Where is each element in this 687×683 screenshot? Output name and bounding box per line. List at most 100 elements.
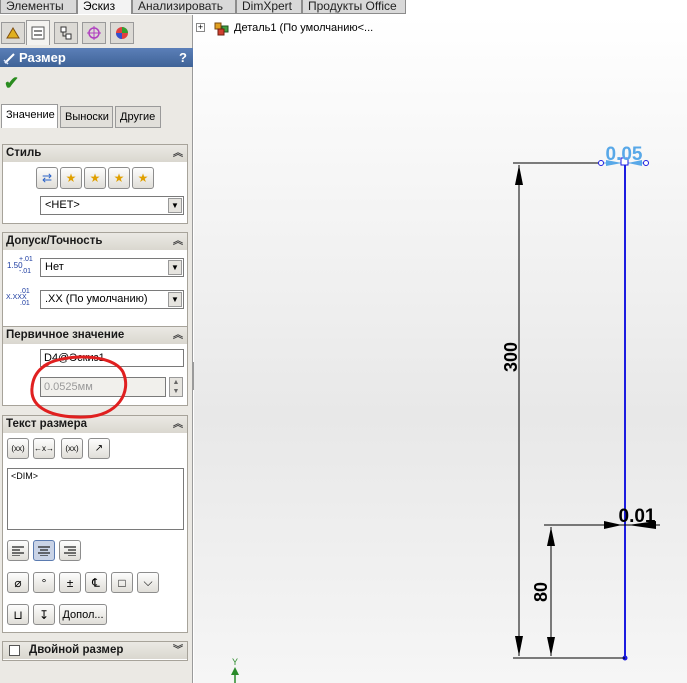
dual-dimension-checkbox[interactable]: [9, 645, 20, 656]
offset-text-button[interactable]: ↗: [88, 438, 110, 459]
chevron-down-icon: ⌵: [143, 575, 153, 589]
collapse-icon[interactable]: ︽: [173, 233, 183, 250]
handle-marker-right[interactable]: [643, 160, 649, 166]
dropdown-arrow-icon[interactable]: ▼: [168, 260, 182, 275]
dropdown-arrow-icon[interactable]: ▼: [168, 198, 182, 213]
depth-icon: ↧: [38, 607, 50, 622]
style-group: Стиль ︽ ⇄ ★ ★ ★ ★ <НЕТ> ▼: [2, 144, 188, 224]
dimension-value-field[interactable]: 0.0525мм: [40, 377, 166, 397]
style-select[interactable]: <НЕТ> ▼: [40, 196, 184, 215]
tab-leaders[interactable]: Выноски: [60, 106, 113, 128]
tolerance-type-select[interactable]: Нет ▼: [40, 258, 184, 277]
counterbore-icon: ⊔: [13, 607, 23, 622]
dual-dimension-header[interactable]: Двойной размер ︾: [3, 642, 187, 659]
dimxpert-manager-tab[interactable]: [82, 22, 106, 44]
diameter-symbol-button[interactable]: ⌀: [7, 572, 29, 593]
dimension-text-80[interactable]: 80: [531, 582, 551, 602]
dropdown-arrow-icon[interactable]: ▼: [168, 292, 182, 307]
tab-office-products[interactable]: Продукты Office: [302, 0, 406, 14]
dimension-text-value: <DIM>: [11, 471, 39, 481]
counterbore-symbol-button[interactable]: ⊔: [7, 604, 29, 625]
depth-symbol-button[interactable]: ↧: [33, 604, 55, 625]
dimension-text-group-header[interactable]: Текст размера ︽: [3, 416, 187, 433]
plus-minus-symbol-button[interactable]: ±: [59, 572, 81, 593]
primary-value-group-title: Первичное значение: [6, 329, 125, 341]
y-axis-label: Y: [232, 657, 238, 667]
add-style-button[interactable]: ★: [60, 167, 82, 189]
configuration-icon: [60, 26, 72, 40]
centerline-icon: ℄: [92, 575, 100, 590]
more-button[interactable]: Допол...: [59, 604, 107, 625]
collapse-icon[interactable]: ︽: [173, 327, 183, 344]
star-delete-icon: ★: [89, 171, 101, 185]
property-icon: [31, 26, 45, 40]
feature-tree-icon: [6, 27, 20, 39]
center-dimension-button[interactable]: ←x→: [33, 438, 55, 459]
apply-style-button[interactable]: ⇄: [36, 167, 58, 189]
apply-style-icon: ⇄: [41, 171, 53, 185]
parentheses-icon: (xx): [11, 444, 25, 453]
expand-plus-icon[interactable]: +: [196, 23, 205, 32]
dimension-text-area[interactable]: <DIM>: [7, 468, 184, 530]
plus-minus-icon: ±: [66, 575, 74, 590]
load-style-button[interactable]: ★: [132, 167, 154, 189]
save-style-button[interactable]: ★: [108, 167, 130, 189]
align-center-button[interactable]: [33, 540, 55, 561]
help-icon[interactable]: ?: [179, 48, 187, 67]
dimension-icon: [3, 51, 17, 70]
more-symbols-button[interactable]: ⌵: [137, 572, 159, 593]
align-right-button[interactable]: [59, 540, 81, 561]
parentheses-button[interactable]: (xx): [7, 438, 29, 459]
align-left-button[interactable]: [7, 540, 29, 561]
sketch-canvas[interactable]: 300 80 0.05 0.01 Y: [194, 15, 687, 683]
expand-icon[interactable]: ︾: [173, 642, 183, 659]
tab-features[interactable]: Элементы: [0, 0, 77, 14]
centerline-symbol-button[interactable]: ℄: [85, 572, 107, 593]
dimension-value: 0.0525мм: [44, 381, 93, 393]
diameter-icon: ⌀: [14, 575, 22, 590]
dual-dimension-label: Двойной размер: [29, 644, 124, 656]
configuration-manager-tab[interactable]: [54, 22, 78, 44]
tolerance-type-icon: +.01 1.50 -.01: [7, 256, 37, 277]
dimension-name-field[interactable]: D4@Эскиз1: [40, 349, 184, 367]
dimension-text-005[interactable]: 0.05: [606, 144, 643, 165]
tab-other[interactable]: Другие: [115, 106, 161, 128]
star-load-icon: ★: [137, 171, 149, 185]
tolerance-group-header[interactable]: Допуск/Точность ︽: [3, 233, 187, 250]
collapse-icon[interactable]: ︽: [173, 416, 183, 433]
tab-dimxpert[interactable]: DimXpert: [236, 0, 302, 14]
precision-icon: .01 X.XXX .01: [6, 288, 38, 309]
dimension-text-300[interactable]: 300: [501, 342, 521, 372]
square-symbol-button[interactable]: □: [111, 572, 133, 593]
tab-value[interactable]: Значение: [1, 104, 58, 128]
tolerance-group-title: Допуск/Точность: [6, 235, 103, 247]
tab-evaluate[interactable]: Анализировать: [132, 0, 236, 14]
collapse-icon[interactable]: ︽: [173, 145, 183, 162]
property-manager-title-bar: Размер ?: [0, 48, 193, 67]
dimension-text-001[interactable]: 0.01: [619, 506, 656, 527]
tab-sketch[interactable]: Эскиз: [77, 0, 132, 14]
precision-value: .XX (По умолчанию): [45, 293, 148, 305]
value-spin-button[interactable]: ▲ ▼: [169, 377, 183, 397]
display-manager-tab[interactable]: [110, 22, 134, 44]
degree-symbol-button[interactable]: °: [33, 572, 55, 593]
tolerance-type-value: Нет: [45, 261, 64, 273]
tolerance-precision-group: Допуск/Точность ︽ +.01 1.50 -.01 Нет ▼ .…: [2, 232, 188, 332]
delete-style-button[interactable]: ★: [84, 167, 106, 189]
degree-icon: °: [41, 575, 47, 590]
part-icon: [214, 22, 229, 36]
dimension-text-group: Текст размера ︽ (xx) ←x→ (xx) ↗ <DIM> ⌀ …: [2, 415, 188, 633]
precision-select[interactable]: .XX (По умолчанию) ▼: [40, 290, 184, 309]
tolerance-icon-sub: -.01: [19, 268, 32, 275]
graphics-area[interactable]: 300 80 0.05 0.01 Y: [194, 15, 687, 683]
star-add-icon: ★: [65, 171, 77, 185]
arrow-head-80-top: [547, 527, 555, 546]
ok-check-icon[interactable]: ✔: [4, 73, 19, 94]
inspection-dimension-button[interactable]: (xx): [61, 438, 83, 459]
property-manager-tab[interactable]: [26, 20, 50, 45]
primary-value-group-header[interactable]: Первичное значение ︽: [3, 327, 187, 344]
handle-marker-left[interactable]: [598, 160, 604, 166]
feature-manager-tab[interactable]: [1, 22, 25, 44]
style-group-header[interactable]: Стиль ︽: [3, 145, 187, 162]
y-axis-arrow-head: [231, 667, 239, 675]
